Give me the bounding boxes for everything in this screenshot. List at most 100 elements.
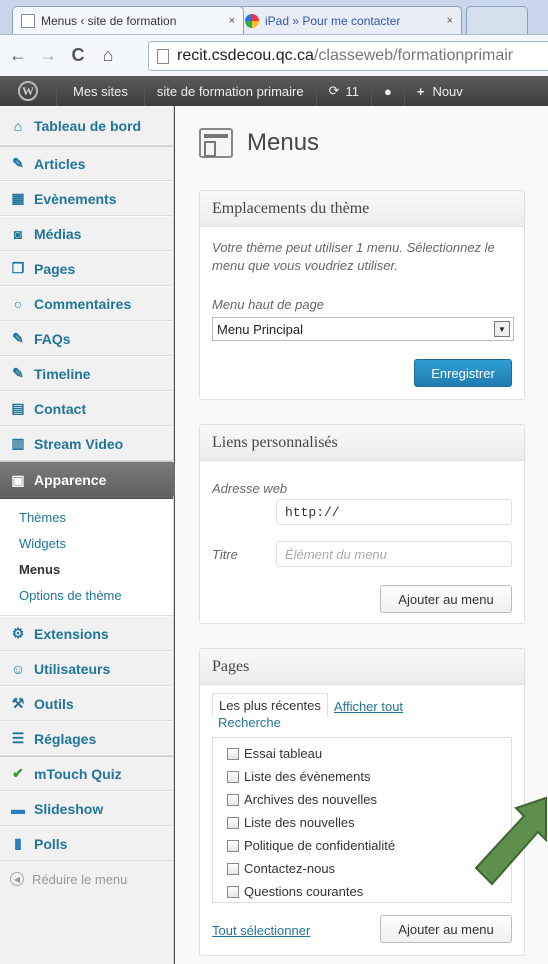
new-content-button[interactable]: + Nouv bbox=[405, 76, 475, 106]
sidebar-item-slideshow[interactable]: ▬ Slideshow bbox=[0, 791, 173, 826]
checkbox[interactable] bbox=[227, 885, 239, 898]
close-icon[interactable]: × bbox=[229, 15, 235, 27]
list-item[interactable]: Archives des nouvelles bbox=[213, 788, 511, 811]
list-item[interactable]: Contactez-nous bbox=[213, 857, 511, 880]
checkbox[interactable] bbox=[227, 793, 239, 806]
updates-count: 11 bbox=[345, 83, 359, 99]
site-favicon-icon bbox=[245, 13, 259, 28]
page-icon bbox=[157, 48, 169, 64]
sidebar-item-faqs[interactable]: ✎ FAQs bbox=[0, 321, 173, 356]
new-tab-button[interactable] bbox=[466, 6, 528, 34]
list-item[interactable]: Liste des évènements bbox=[213, 765, 511, 788]
sidebar-item-articles[interactable]: ✎ Articles bbox=[0, 146, 173, 181]
sidebar-item-pages[interactable]: ❐ Pages bbox=[0, 251, 173, 286]
pushpin-icon: ✎ bbox=[12, 365, 24, 381]
theme-locations-box: Emplacements du thème Votre thème peut u… bbox=[199, 190, 525, 400]
menus-icon bbox=[199, 128, 233, 158]
sidebar-item-label: Outils bbox=[34, 695, 74, 712]
collapse-label: Réduire le menu bbox=[32, 871, 128, 887]
sidebar-item-appearance[interactable]: ▣ Apparence bbox=[0, 461, 184, 499]
back-arrow-icon[interactable]: ← bbox=[6, 44, 30, 68]
title-label: Titre bbox=[212, 547, 238, 562]
save-button[interactable]: Enregistrer bbox=[414, 359, 512, 387]
sidebar-item-mtouch-quiz[interactable]: ✔ mTouch Quiz bbox=[0, 756, 173, 791]
menu-location-select[interactable]: Menu Principal ▼ bbox=[212, 317, 514, 341]
checkbox[interactable] bbox=[227, 770, 239, 783]
add-pages-button[interactable]: Ajouter au menu bbox=[380, 915, 512, 943]
list-item[interactable]: Liste des nouvelles bbox=[213, 811, 511, 834]
checkbox[interactable] bbox=[227, 747, 239, 760]
box-heading: Liens personnalisés bbox=[200, 425, 524, 461]
browser-tab-menus[interactable]: Menus ‹ site de formation × bbox=[12, 6, 244, 34]
select-all-link[interactable]: Tout sélectionner bbox=[212, 923, 310, 938]
refresh-icon: ⟳ bbox=[328, 83, 340, 98]
submenu-item-theme-options[interactable]: Options de thème bbox=[0, 583, 173, 609]
page-name: Archives des nouvelles bbox=[244, 792, 377, 807]
settings-icon: ☰ bbox=[11, 730, 25, 746]
appearance-submenu: Thèmes Widgets Menus Options de thème bbox=[0, 499, 173, 616]
list-item[interactable]: Questions courantes bbox=[213, 880, 511, 903]
reload-icon[interactable]: C bbox=[66, 44, 90, 68]
wordpress-logo-icon: W bbox=[18, 81, 38, 101]
sidebar-item-label: Slideshow bbox=[34, 800, 104, 817]
sidebar-item-label: Commentaires bbox=[34, 295, 132, 312]
close-icon[interactable]: × bbox=[447, 15, 453, 27]
sidebar-item-label: Evènements bbox=[34, 190, 117, 207]
house-icon: ⌂ bbox=[13, 118, 23, 134]
sidebar-item-stream-video[interactable]: ▥ Stream Video bbox=[0, 426, 173, 461]
sidebar-item-polls[interactable]: ▮ Polls bbox=[0, 826, 173, 861]
form-icon: ▤ bbox=[11, 400, 25, 416]
pushpin-icon: ✎ bbox=[12, 330, 24, 346]
browser-toolbar: ← → C ⌂ recit.csdecou.qc.ca/classeweb/fo… bbox=[0, 34, 548, 76]
title-input[interactable]: Élément du menu bbox=[276, 541, 512, 567]
submenu-item-themes[interactable]: Thèmes bbox=[0, 505, 173, 531]
sidebar-item-label: Contact bbox=[34, 400, 87, 417]
custom-links-box: Liens personnalisés Adresse web http:// … bbox=[199, 424, 525, 624]
home-icon[interactable]: ⌂ bbox=[96, 44, 120, 68]
pushpin-icon: ✎ bbox=[12, 155, 24, 171]
submenu-item-menus[interactable]: Menus bbox=[0, 557, 173, 583]
sidebar-item-users[interactable]: ☺ Utilisateurs bbox=[0, 651, 173, 686]
film-icon: ▥ bbox=[11, 435, 25, 451]
page-title-text: Menus bbox=[247, 129, 320, 156]
wp-logo-button[interactable]: W bbox=[0, 76, 57, 106]
sidebar-item-label: Timeline bbox=[34, 365, 91, 382]
checkbox[interactable] bbox=[227, 816, 239, 829]
plus-icon: + bbox=[416, 83, 425, 99]
tab-view-all[interactable]: Afficher tout bbox=[328, 695, 409, 718]
site-name-link[interactable]: site de formation primaire bbox=[145, 76, 317, 106]
sidebar-item-events[interactable]: ▦ Evènements bbox=[0, 181, 173, 216]
submenu-item-widgets[interactable]: Widgets bbox=[0, 531, 173, 557]
sidebar-item-timeline[interactable]: ✎ Timeline bbox=[0, 356, 173, 391]
add-custom-link-button[interactable]: Ajouter au menu bbox=[380, 585, 512, 613]
forward-arrow-icon[interactable]: → bbox=[36, 44, 60, 68]
list-item[interactable]: Essai tableau bbox=[213, 742, 511, 765]
address-bar[interactable]: recit.csdecou.qc.ca/classeweb/formationp… bbox=[148, 41, 548, 71]
browser-tab-ipad[interactable]: iPad » Pour me contacter × bbox=[236, 6, 462, 34]
annotation-arrow-icon bbox=[474, 796, 547, 886]
sidebar-item-dashboard[interactable]: ⌂ Tableau de bord bbox=[0, 106, 173, 146]
comments-button[interactable]: ● bbox=[372, 76, 405, 106]
url-input[interactable]: http:// bbox=[276, 499, 512, 525]
checkbox[interactable] bbox=[227, 862, 239, 875]
page-name: Contactez-nous bbox=[244, 861, 336, 876]
sidebar-item-label: Utilisateurs bbox=[34, 660, 111, 677]
sidebar-item-media[interactable]: ◙ Médias bbox=[0, 216, 173, 251]
sidebar-item-tools[interactable]: ⚒ Outils bbox=[0, 686, 173, 721]
camera-icon: ◙ bbox=[13, 225, 23, 242]
sidebar-item-extensions[interactable]: ⚙ Extensions bbox=[0, 616, 173, 651]
sidebar-item-comments[interactable]: ○ Commentaires bbox=[0, 286, 173, 321]
sidebar-item-label: Pages bbox=[34, 260, 76, 277]
updates-button[interactable]: ⟳ 11 bbox=[317, 76, 372, 106]
collapse-menu-button[interactable]: ◀ Réduire le menu bbox=[0, 861, 173, 897]
sidebar-item-label: Stream Video bbox=[34, 435, 124, 452]
sidebar-item-contact[interactable]: ▤ Contact bbox=[0, 391, 173, 426]
list-item[interactable]: Politique de confidentialité bbox=[213, 834, 511, 857]
my-sites-link[interactable]: Mes sites bbox=[57, 76, 145, 106]
sidebar-item-label: Tableau de bord bbox=[34, 118, 142, 134]
page-name: Politique de confidentialité bbox=[244, 838, 396, 853]
tab-search[interactable]: Recherche bbox=[218, 715, 281, 730]
checkbox[interactable] bbox=[227, 839, 239, 852]
sidebar-item-settings[interactable]: ☰ Réglages bbox=[0, 721, 173, 756]
pages-checklist: Essai tableau Liste des évènements Archi… bbox=[212, 737, 512, 903]
